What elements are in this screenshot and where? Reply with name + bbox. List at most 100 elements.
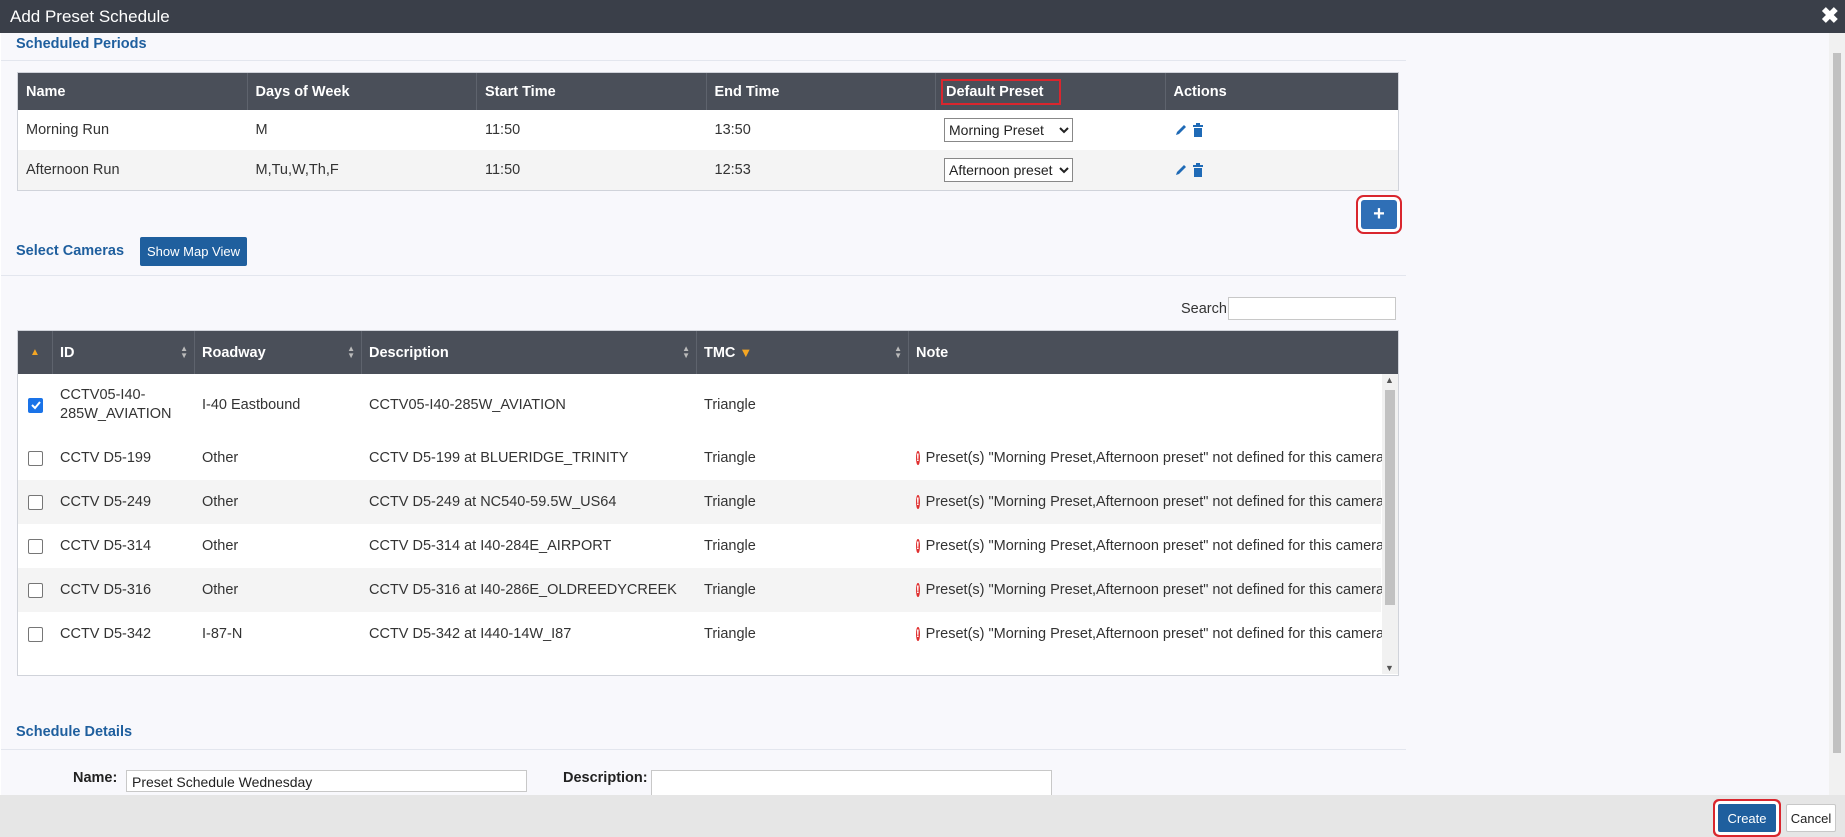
row-checkbox[interactable] (28, 582, 43, 598)
period-days: M,Tu,W,Th,F (255, 162, 339, 178)
dialog-titlebar: Add Preset Schedule ✖ (0, 0, 1845, 33)
camera-row[interactable]: CCTV D5-314 Other CCTV D5-314 at I40-284… (18, 524, 1384, 568)
camera-row[interactable]: CCTV D5-342 I-87-N CCTV D5-342 at I440-1… (18, 612, 1384, 656)
camera-roadway: Other (202, 538, 239, 554)
col-roadway-label: Roadway (202, 344, 266, 361)
warning-icon: ! (916, 627, 920, 641)
camera-roadway: Other (202, 450, 239, 466)
edit-icon[interactable] (1174, 163, 1188, 177)
row-checkbox-cell (18, 397, 53, 413)
period-start: 11:50 (485, 162, 521, 178)
col-tmc-label: TMC (704, 344, 736, 361)
row-checkbox[interactable] (28, 626, 43, 642)
edit-icon[interactable] (1174, 123, 1188, 137)
col-roadway[interactable]: Roadway ▲ ▼ (195, 331, 362, 374)
camera-row[interactable]: CCTV D5-249 Other CCTV D5-249 at NC540-5… (18, 480, 1385, 524)
sort-up-icon: ▲ (30, 347, 40, 358)
search-label: Search (1181, 301, 1227, 317)
cameras-scrollbar[interactable]: ▲ ▼ (1382, 374, 1398, 674)
add-period-button[interactable]: + (1361, 200, 1397, 229)
camera-tmc: Triangle (704, 494, 756, 510)
scrollbar-thumb[interactable] (1385, 390, 1395, 605)
camera-note-cell: ! Preset(s) "Morning Preset,Afternoon pre… (909, 538, 1384, 554)
camera-description: CCTV D5-342 at I440-14W_I87 (369, 626, 572, 642)
period-actions (1166, 163, 1396, 177)
trash-icon[interactable] (1192, 123, 1204, 137)
row-checkbox-cell (18, 626, 53, 642)
camera-tmc: Triangle (704, 626, 756, 642)
sort-icon: ▲ ▼ (894, 344, 902, 360)
camera-id: CCTV D5-316 (60, 582, 152, 598)
camera-note: Preset(s) "Morning Preset,Afternoon pres… (925, 450, 1385, 466)
camera-description: CCTV05-I40-285W_AVIATION (369, 397, 566, 413)
dialog-scrollbar[interactable] (1829, 33, 1845, 795)
divider (1, 60, 1406, 61)
dialog-footer: Create Cancel (0, 795, 1845, 837)
period-actions (1166, 123, 1396, 137)
dialog-title: Add Preset Schedule (10, 7, 170, 26)
warning-icon: ! (916, 451, 920, 465)
cameras-table: ▲ ID ▲ ▼ Roadway ▲ ▼ Description ▲ ▼ TMC ▼ … (17, 330, 1399, 676)
filter-icon[interactable]: ▼ (739, 345, 752, 360)
cancel-button[interactable]: Cancel (1786, 804, 1836, 832)
create-button[interactable]: Create (1718, 804, 1776, 832)
col-default-preset[interactable]: Default Preset (936, 73, 1166, 110)
plus-icon: + (1373, 203, 1385, 225)
col-days[interactable]: Days of Week (248, 73, 477, 110)
col-description[interactable]: Description ▲ ▼ (362, 331, 697, 374)
camera-note: Preset(s) "Morning Preset,Afternoon pres… (925, 494, 1385, 510)
dialog-body: Scheduled Periods Name Days of Week Star… (1, 33, 1843, 795)
period-row: Morning Run M 11:50 13:50 Morning Preset (18, 110, 1398, 150)
scheduled-periods-title: Scheduled Periods (16, 36, 147, 52)
row-checkbox[interactable] (28, 397, 43, 413)
description-label: Description: (563, 770, 648, 786)
default-preset-select[interactable]: Morning Preset (944, 118, 1073, 142)
scroll-up-icon[interactable]: ▲ (1385, 375, 1394, 385)
divider (1, 275, 1406, 276)
col-note-label: Note (916, 344, 949, 361)
camera-roadway: I-87-N (202, 626, 243, 642)
col-name[interactable]: Name (18, 73, 248, 110)
row-checkbox[interactable] (28, 538, 43, 554)
col-select-sort[interactable]: ▲ (18, 331, 53, 374)
show-map-view-button[interactable]: Show Map View (140, 237, 247, 266)
row-checkbox-cell (18, 582, 53, 598)
scroll-down-icon[interactable]: ▼ (1385, 663, 1394, 673)
default-preset-select[interactable]: Afternoon preset (944, 158, 1073, 182)
camera-description: CCTV D5-249 at NC540-59.5W_US64 (369, 494, 617, 510)
camera-tmc: Triangle (704, 397, 756, 413)
row-checkbox[interactable] (28, 494, 43, 510)
camera-id: CCTV05-I40-285W_AVIATION (60, 387, 172, 422)
col-id-label: ID (60, 344, 75, 361)
camera-tmc: Triangle (704, 582, 756, 598)
scrollbar-thumb[interactable] (1833, 53, 1841, 753)
row-checkbox-cell (18, 538, 53, 554)
camera-note: Preset(s) "Morning Preset,Afternoon pres… (925, 538, 1385, 554)
col-end[interactable]: End Time (707, 73, 936, 110)
camera-roadway: Other (202, 582, 239, 598)
close-icon[interactable]: ✖ (1821, 3, 1839, 29)
camera-id: CCTV D5-342 (60, 626, 152, 642)
row-checkbox[interactable] (28, 450, 43, 466)
col-start[interactable]: Start Time (477, 73, 707, 110)
schedule-details-title: Schedule Details (16, 724, 133, 740)
col-description-label: Description (369, 344, 449, 361)
trash-icon[interactable] (1192, 163, 1204, 177)
camera-note-cell: ! Preset(s) "Morning Preset,Afternoon pre… (909, 450, 1384, 466)
camera-roadway: Other (202, 494, 239, 510)
col-tmc[interactable]: TMC ▼ ▲ ▼ (697, 331, 909, 374)
period-days: M (255, 122, 268, 138)
col-id[interactable]: ID ▲ ▼ (53, 331, 195, 374)
camera-row[interactable]: CCTV D5-316 Other CCTV D5-316 at I40-286… (18, 568, 1384, 612)
col-note: Note (909, 331, 1378, 374)
camera-row[interactable]: CCTV D5-199 Other CCTV D5-199 at BLUERID… (18, 436, 1384, 480)
row-checkbox-cell (18, 494, 53, 510)
period-row: Afternoon Run M,Tu,W,Th,F 11:50 12:53 Af… (18, 150, 1398, 190)
search-input[interactable] (1228, 297, 1396, 320)
period-end: 12:53 (714, 162, 751, 178)
description-field[interactable] (651, 770, 1052, 795)
period-name: Afternoon Run (26, 162, 120, 178)
camera-row[interactable]: CCTV05-I40-285W_AVIATION I-40 Eastbound … (18, 374, 1381, 436)
name-field[interactable]: Preset Schedule Wednesday (126, 770, 527, 792)
period-end: 13:50 (714, 122, 751, 138)
